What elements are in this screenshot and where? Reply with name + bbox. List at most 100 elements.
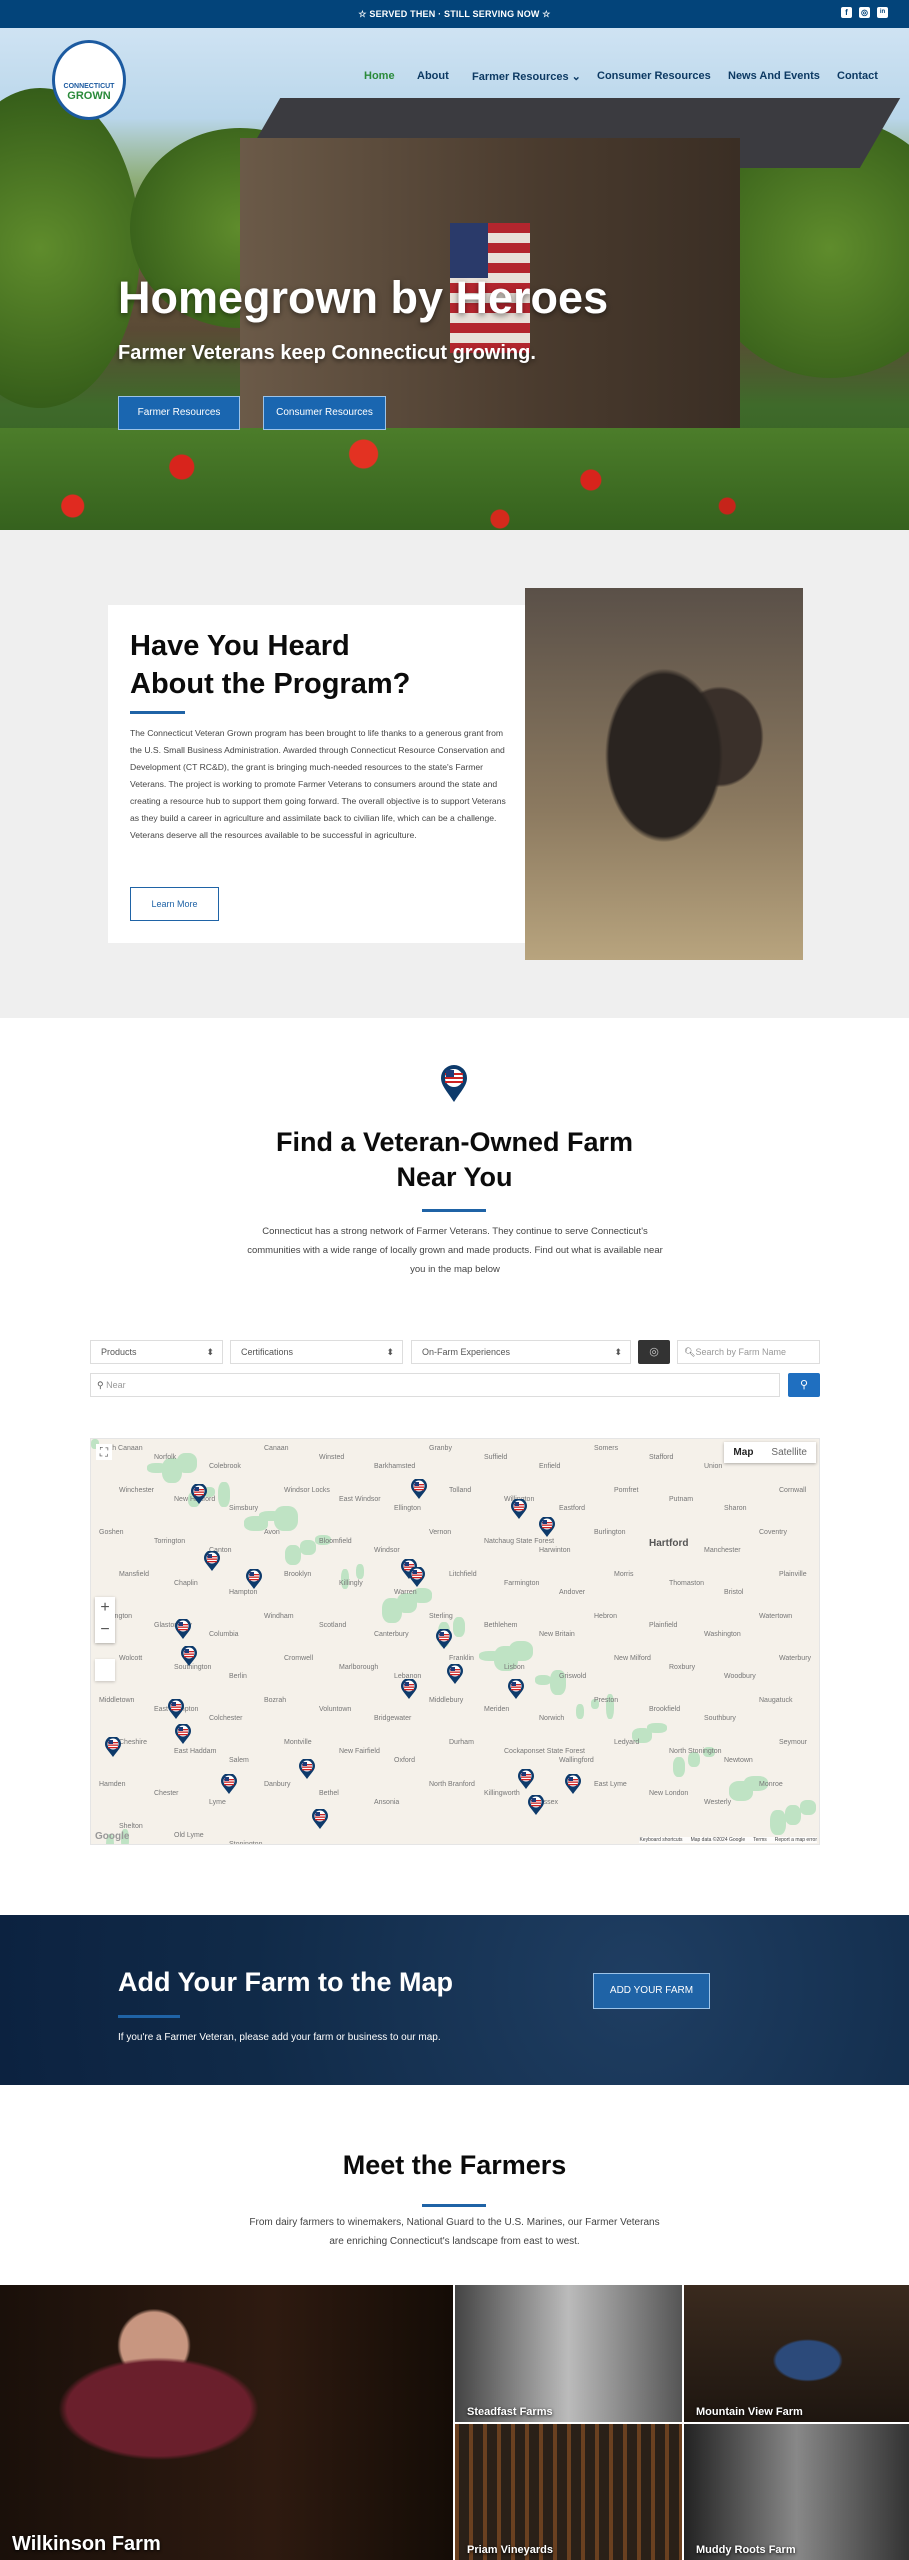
farm-name-search[interactable]: 🔍︎Search by Farm Name xyxy=(677,1340,820,1364)
map-town-label: Ellington xyxy=(394,1505,421,1512)
map-town-label: Newtown xyxy=(724,1757,753,1764)
farmer-card-muddy-roots[interactable]: Muddy Roots Farm xyxy=(684,2424,909,2560)
instagram-icon[interactable]: ◎ xyxy=(859,7,870,18)
report-error-link[interactable]: Report a map error xyxy=(775,1837,817,1843)
map-town-label: Windsor Locks xyxy=(284,1487,330,1494)
farmer-name: Steadfast Farms xyxy=(467,2406,553,2418)
map-type-satellite[interactable]: Satellite xyxy=(762,1442,816,1463)
farm-pin-icon[interactable] xyxy=(447,1664,463,1684)
nav-farmer-resources[interactable]: Farmer Resources ⌄ xyxy=(472,70,581,83)
nav-consumer-resources[interactable]: Consumer Resources xyxy=(597,70,711,82)
locate-me-button[interactable]: ◎ xyxy=(638,1340,670,1364)
nav-about[interactable]: About xyxy=(417,70,449,82)
map-town-label: Cheshire xyxy=(119,1739,148,1746)
map-town-label: Marlborough xyxy=(339,1664,379,1671)
products-select[interactable]: Products ⬍ xyxy=(90,1340,223,1364)
farm-pin-icon[interactable] xyxy=(528,1795,544,1815)
divider xyxy=(118,2015,180,2018)
title-line: Have You Heard xyxy=(130,630,350,662)
title-line: Find a Veteran-Owned Farm xyxy=(275,1127,634,1157)
map-town-label: Litchfield xyxy=(449,1571,477,1578)
map-town-label: Pomfret xyxy=(614,1487,639,1494)
map-park-area xyxy=(147,1463,167,1473)
learn-more-button[interactable]: Learn More xyxy=(130,887,219,921)
farmer-card-wilkinson[interactable]: Wilkinson Farm xyxy=(0,2285,453,2560)
search-button[interactable]: ⚲ xyxy=(788,1373,820,1397)
map-town-label: Bethlehem xyxy=(484,1622,518,1629)
map-town-label: Barkhamsted xyxy=(374,1463,416,1470)
body-line: From dairy farmers to winemakers, Nation… xyxy=(249,2217,660,2228)
map-town-label: Griswold xyxy=(559,1673,587,1680)
map-town-label: Stafford xyxy=(649,1454,674,1461)
about-title: Have You Heard About the Program? xyxy=(130,627,410,703)
map-town-label: Franklin xyxy=(449,1655,474,1662)
nav-news-events[interactable]: News And Events xyxy=(728,70,820,82)
farmer-card-steadfast[interactable]: Steadfast Farms xyxy=(455,2285,682,2422)
farm-pin-icon[interactable] xyxy=(411,1479,427,1499)
nav-contact[interactable]: Contact xyxy=(837,70,878,82)
nav-home[interactable]: Home xyxy=(364,70,395,82)
experiences-select[interactable]: On-Farm Experiences ⬍ xyxy=(411,1340,631,1364)
select-value: Certifications xyxy=(241,1347,294,1357)
map-town-label: Preston xyxy=(594,1697,619,1704)
farm-pin-icon[interactable] xyxy=(511,1499,527,1519)
map-town-label: Colebrook xyxy=(209,1463,241,1470)
map-town-label: Woodbury xyxy=(724,1673,756,1680)
linkedin-icon[interactable]: in xyxy=(877,7,888,18)
map-town-label: Norwich xyxy=(539,1715,565,1722)
near-input[interactable]: ⚲ Near xyxy=(90,1373,780,1397)
add-your-farm-button[interactable]: ADD YOUR FARM xyxy=(593,1973,710,2009)
farm-pin-icon[interactable] xyxy=(539,1517,555,1537)
keyboard-shortcuts-link[interactable]: Keyboard shortcuts xyxy=(639,1837,682,1843)
map-town-label: Torrington xyxy=(154,1538,186,1545)
near-placeholder: Near xyxy=(106,1380,126,1390)
map-town-label: Monroe xyxy=(759,1781,783,1788)
select-value: On-Farm Experiences xyxy=(422,1347,511,1357)
farm-pin-icon[interactable] xyxy=(246,1569,262,1589)
farm-pin-icon[interactable] xyxy=(175,1724,191,1744)
farm-pin-icon[interactable] xyxy=(401,1679,417,1699)
farm-map[interactable]: North Canaan Norfolk Colebrook Canaan Winste… xyxy=(90,1438,820,1845)
map-town-label: Avon xyxy=(264,1529,280,1536)
farm-pin-icon[interactable] xyxy=(565,1774,581,1794)
consumer-resources-button[interactable]: Consumer Resources xyxy=(263,396,386,430)
zoom-in-button[interactable]: + xyxy=(95,1597,115,1619)
farm-pin-icon[interactable] xyxy=(299,1759,315,1779)
terms-link[interactable]: Terms xyxy=(753,1837,767,1843)
map-town-label: Plainville xyxy=(779,1571,807,1578)
map-town-label: Ledyard xyxy=(614,1739,640,1746)
map-type-map[interactable]: Map xyxy=(724,1442,762,1463)
certifications-select[interactable]: Certifications ⬍ xyxy=(230,1340,403,1364)
farmer-resources-button[interactable]: Farmer Resources xyxy=(118,396,240,430)
map-town-label: Ansonia xyxy=(374,1799,400,1806)
add-farm-banner: Add Your Farm to the Map If you're a Far… xyxy=(0,1915,909,2085)
map-town-label: Vernon xyxy=(429,1529,452,1536)
map-park-area xyxy=(285,1545,301,1565)
facebook-icon[interactable]: f xyxy=(841,7,852,18)
map-town-label: East Haddam xyxy=(174,1748,217,1755)
map-town-label: Warren xyxy=(394,1589,417,1596)
farm-pin-icon[interactable] xyxy=(409,1567,425,1587)
meet-farmers-body: From dairy farmers to winemakers, Nation… xyxy=(0,2213,909,2251)
farm-pin-icon[interactable] xyxy=(221,1774,237,1794)
farm-pin-icon[interactable] xyxy=(181,1646,197,1666)
farm-pin-icon[interactable] xyxy=(436,1629,452,1649)
street-view-button[interactable] xyxy=(95,1659,115,1681)
zoom-out-button[interactable]: − xyxy=(95,1619,115,1641)
farm-pin-icon[interactable] xyxy=(204,1551,220,1571)
farmer-card-mountain-view[interactable]: Mountain View Farm xyxy=(684,2285,909,2422)
map-town-label: East Windsor xyxy=(339,1496,381,1503)
farm-pin-icon[interactable] xyxy=(105,1737,121,1757)
farm-pin-icon[interactable] xyxy=(191,1484,207,1504)
farm-pin-icon[interactable] xyxy=(312,1809,328,1829)
add-farm-title: Add Your Farm to the Map xyxy=(118,1967,454,1997)
farm-pin-icon[interactable] xyxy=(508,1679,524,1699)
map-town-label: Old Lyme xyxy=(174,1832,204,1839)
site-logo[interactable]: CONNECTICUT GROWN xyxy=(52,40,126,120)
body-line: are enriching Connecticut's landscape fr… xyxy=(329,2236,580,2247)
farm-pin-icon[interactable] xyxy=(168,1699,184,1719)
farm-pin-icon[interactable] xyxy=(175,1619,191,1639)
fullscreen-icon[interactable]: ⛶ xyxy=(96,1444,112,1460)
farmer-card-priam[interactable]: Priam Vineyards xyxy=(455,2424,682,2560)
farm-pin-icon[interactable] xyxy=(518,1769,534,1789)
